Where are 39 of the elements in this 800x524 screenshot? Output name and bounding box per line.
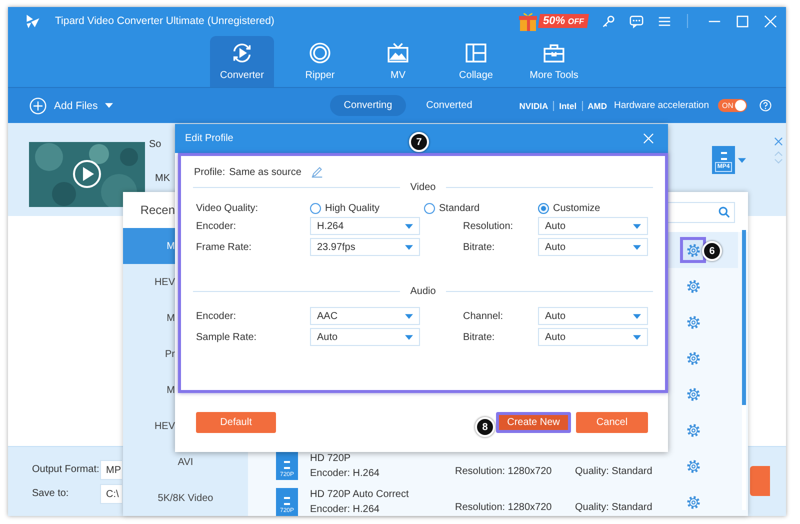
dropdown-value: Auto (545, 310, 566, 322)
window-title: Tipard Video Converter Ultimate (Unregistered) (55, 15, 274, 27)
field-label: Video Quality: (196, 203, 260, 214)
profile-label: Profile: (194, 166, 226, 178)
preset-resolution: Resolution: 1280x720 (455, 502, 553, 513)
field-label: Resolution: (463, 220, 514, 232)
preset-quality: Quality: Standard (575, 502, 654, 513)
preset-encoder: Encoder: H.264 (310, 504, 380, 515)
dropdown-value: Auto (317, 332, 338, 342)
gpu-vendor-label: AMD (588, 100, 607, 110)
preset-quality: Quality: Standard (575, 466, 654, 477)
dropdown-value: 23.97fps (317, 242, 356, 252)
preset-name: HD 720P Auto Correct (310, 489, 410, 500)
preset-encoder: Encoder: H.264 (310, 468, 380, 479)
dropdown-value: Auto (545, 220, 566, 232)
source-label: So (149, 139, 162, 150)
preset-name: HD 720P (310, 453, 352, 464)
field-label: Encoder: (196, 310, 238, 322)
dropdown-value: AAC (317, 310, 338, 322)
section-heading: Video (410, 182, 436, 193)
gpu-vendor-label: NVIDIA (519, 100, 548, 110)
format-label: MK (155, 173, 170, 184)
dropdown-value: Auto (545, 242, 566, 252)
dropdown-value: Auto (545, 332, 566, 342)
field-label: Frame Rate: (196, 242, 253, 252)
field-label: Sample Rate: (196, 332, 258, 342)
save-to-label: Save to: (32, 488, 70, 499)
output-format-label: Output Format: (32, 464, 100, 475)
field-label: Bitrate: (463, 242, 496, 252)
hardware-acceleration-label: Hardware acceleration (614, 100, 709, 111)
dropdown-value: H.264 (317, 220, 344, 232)
field-label: Encoder: (196, 220, 238, 232)
profile-name: Same as source (229, 166, 302, 178)
field-label: Channel: (463, 310, 504, 322)
dialog-title: Edit Profile (185, 133, 234, 144)
field-label: Bitrate: (463, 332, 496, 342)
section-heading: Audio (410, 286, 436, 297)
gpu-vendor-label: Intel (559, 100, 577, 110)
preset-resolution: Resolution: 1280x720 (455, 466, 553, 477)
